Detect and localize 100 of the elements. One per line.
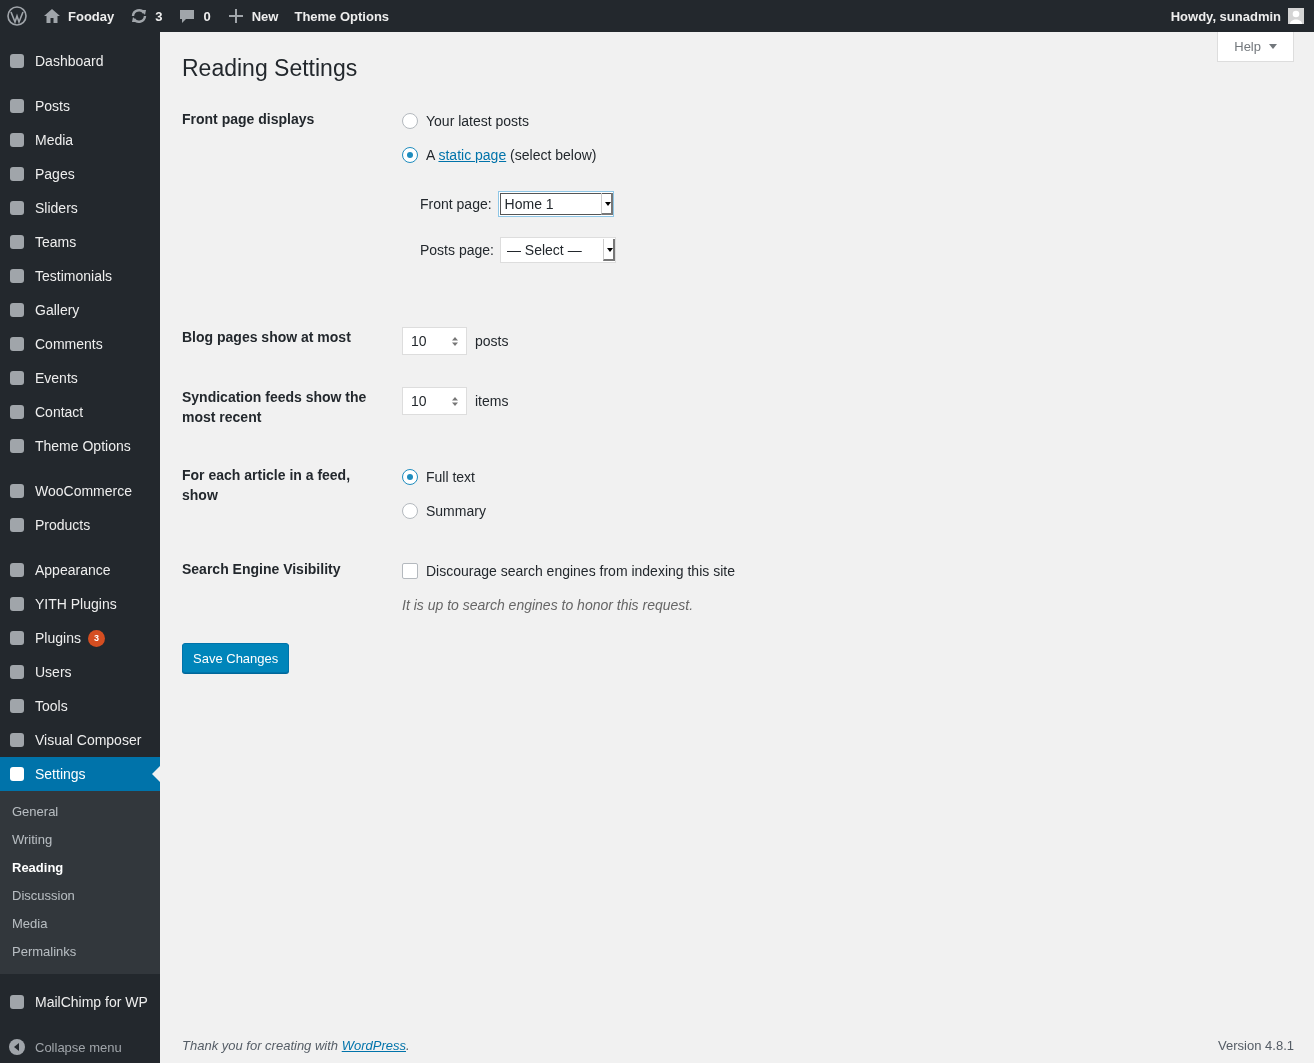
select-label: Front page:	[420, 196, 492, 212]
menu-item[interactable]: Appearance	[0, 553, 160, 587]
menu-icon	[8, 731, 26, 749]
menu-item[interactable]: Posts	[0, 89, 160, 123]
user-greeting-link[interactable]: Howdy, sunadmin	[1170, 8, 1281, 24]
home-icon[interactable]	[43, 7, 61, 25]
save-changes-button[interactable]: Save Changes	[182, 643, 290, 673]
dropdown-select[interactable]: — Select —	[499, 237, 616, 263]
menu-icon	[8, 52, 26, 70]
menu-item[interactable]: Plugins 3	[0, 621, 160, 655]
spinner-arrows-icon[interactable]	[452, 336, 458, 346]
menu-icon	[8, 561, 26, 579]
dropdown-select[interactable]: Home 1	[497, 191, 614, 217]
radio-button[interactable]	[402, 113, 418, 129]
menu-icon	[8, 403, 26, 421]
menu-item[interactable]: MailChimp for WP	[0, 985, 160, 1019]
menu-icon	[8, 233, 26, 251]
menu-icon	[8, 165, 26, 183]
menu-icon	[8, 516, 26, 534]
menu-icon	[8, 993, 26, 1011]
menu-item[interactable]: Events	[0, 361, 160, 395]
select-label: Posts page:	[420, 242, 494, 258]
submenu-item[interactable]: Permalinks	[0, 938, 160, 966]
unit-label: posts	[475, 333, 509, 349]
menu-icon	[8, 131, 26, 149]
option-label: Your latest posts	[426, 113, 529, 129]
radio-button[interactable]	[402, 503, 418, 519]
menu-icon	[8, 267, 26, 285]
menu-icon	[8, 765, 26, 783]
menu-item[interactable]: Media	[0, 123, 160, 157]
menu-icon	[8, 697, 26, 715]
checkbox[interactable]	[402, 563, 418, 579]
page-title: Reading Settings	[182, 54, 358, 83]
version-text: Version 4.8.1	[1218, 1038, 1294, 1053]
menu-icon	[8, 437, 26, 455]
number-input[interactable]: 10	[402, 387, 467, 415]
menu-item[interactable]: Contact	[0, 395, 160, 429]
updates-count[interactable]: 3	[155, 8, 163, 24]
field-description: It is up to search engines to honor this request.	[402, 597, 695, 613]
submenu-item[interactable]: General	[0, 798, 160, 826]
menu-item[interactable]: Theme Options	[0, 429, 160, 463]
menu-item[interactable]: Comments	[0, 327, 160, 361]
spinner-arrows-icon[interactable]	[452, 396, 458, 406]
menu-item[interactable]: Settings	[0, 757, 160, 791]
menu-icon	[8, 301, 26, 319]
collapse-icon[interactable]	[8, 1038, 26, 1056]
number-input[interactable]: 10	[402, 327, 467, 355]
field-label: Syndication feeds show the most recent	[182, 388, 368, 427]
option-label: Full text	[426, 469, 475, 485]
wordpress-logo-icon[interactable]	[7, 6, 27, 26]
field-label: Blog pages show at most	[182, 328, 352, 347]
dropdown-caret-icon	[1269, 44, 1277, 49]
field-label: For each article in a feed, show	[182, 466, 352, 505]
menu-item[interactable]: WooCommerce	[0, 474, 160, 508]
site-name-link[interactable]: Fooday	[68, 8, 115, 24]
submenu-item[interactable]: Media	[0, 910, 160, 938]
menu-icon	[8, 335, 26, 353]
collapse-menu-button[interactable]: Collapse menu	[0, 1030, 160, 1063]
dropdown-arrow-icon	[602, 239, 615, 261]
field-label: Front page displays	[182, 110, 316, 129]
new-link[interactable]: New	[251, 8, 279, 24]
menu-icon	[8, 629, 26, 647]
plus-icon[interactable]	[226, 7, 245, 25]
submenu-item[interactable]: Reading	[0, 854, 160, 882]
menu-icon	[8, 369, 26, 387]
submenu-item[interactable]: Writing	[0, 826, 160, 854]
wordpress-link[interactable]: WordPress	[341, 1038, 406, 1053]
menu-item[interactable]: Sliders	[0, 191, 160, 225]
menu-item[interactable]: Products	[0, 508, 160, 542]
update-count-badge: 3	[87, 629, 105, 647]
dropdown-arrow-icon	[600, 193, 613, 215]
menu-item[interactable]: YITH Plugins	[0, 587, 160, 621]
menu-icon	[8, 595, 26, 613]
menu-item[interactable]: Visual Composer	[0, 723, 160, 757]
menu-item[interactable]: Gallery	[0, 293, 160, 327]
menu-item[interactable]: Pages	[0, 157, 160, 191]
menu-item[interactable]: Tools	[0, 689, 160, 723]
comments-count[interactable]: 0	[203, 8, 211, 24]
menu-item[interactable]: Teams	[0, 225, 160, 259]
footer-text: Thank you for creating with WordPress.	[182, 1038, 410, 1053]
comment-icon[interactable]	[178, 7, 197, 25]
static-page-link[interactable]: static page	[438, 147, 507, 163]
radio-button[interactable]	[402, 469, 418, 485]
refresh-icon[interactable]	[130, 7, 149, 25]
menu-icon	[8, 199, 26, 217]
submenu-item[interactable]: Discussion	[0, 882, 160, 910]
help-button[interactable]: Help	[1217, 32, 1294, 62]
option-label: Summary	[426, 503, 486, 519]
menu-icon	[8, 482, 26, 500]
menu-icon	[8, 97, 26, 115]
field-label: Search Engine Visibility	[182, 560, 342, 579]
radio-button[interactable]	[402, 147, 418, 163]
theme-options-link[interactable]: Theme Options	[294, 8, 390, 24]
menu-item[interactable]: Dashboard	[0, 44, 160, 78]
option-label: A static page (select below)	[426, 147, 597, 163]
menu-item[interactable]: Testimonials	[0, 259, 160, 293]
checkbox-label: Discourage search engines from indexing this site	[426, 563, 735, 579]
unit-label: items	[475, 393, 509, 409]
menu-item[interactable]: Users	[0, 655, 160, 689]
menu-icon	[8, 663, 26, 681]
